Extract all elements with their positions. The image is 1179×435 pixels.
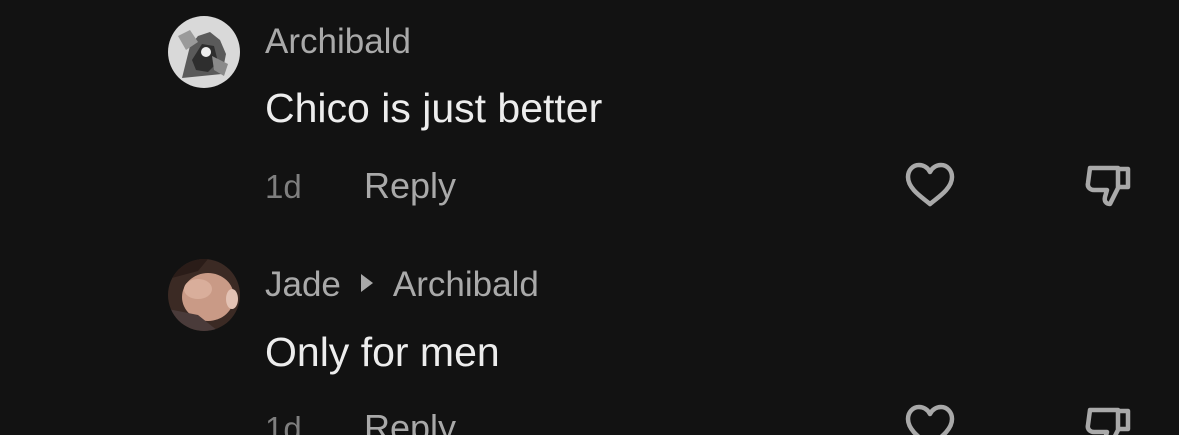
comment-text: Chico is just better [265,85,603,131]
thumbs-down-icon [1085,165,1131,207]
reply-button[interactable]: Reply [364,410,456,435]
comment-timestamp: 1d [265,168,302,205]
author-name[interactable]: Archibald [265,22,411,61]
author-name[interactable]: Jade [265,265,341,304]
like-button[interactable] [905,162,955,208]
avatar[interactable] [168,16,240,88]
triangle-right-icon [360,274,373,292]
reply-to-name[interactable]: Archibald [393,265,539,304]
comment-author-line: Archibald [265,24,411,59]
heart-icon [905,404,955,435]
comment-author-line: Jade Archibald [265,267,539,302]
avatar-image [168,16,240,88]
like-button[interactable] [905,404,955,435]
comment-thread: Archibald Chico is just better 1d Reply [0,0,1179,435]
dislike-button[interactable] [1084,164,1132,208]
avatar-image [168,259,240,331]
comment-timestamp: 1d [265,410,302,435]
thumbs-down-icon [1085,407,1131,435]
heart-icon [905,162,955,207]
comment-text: Only for men [265,329,500,375]
dislike-button[interactable] [1084,406,1132,435]
reply-button[interactable]: Reply [364,168,456,204]
avatar[interactable] [168,259,240,331]
